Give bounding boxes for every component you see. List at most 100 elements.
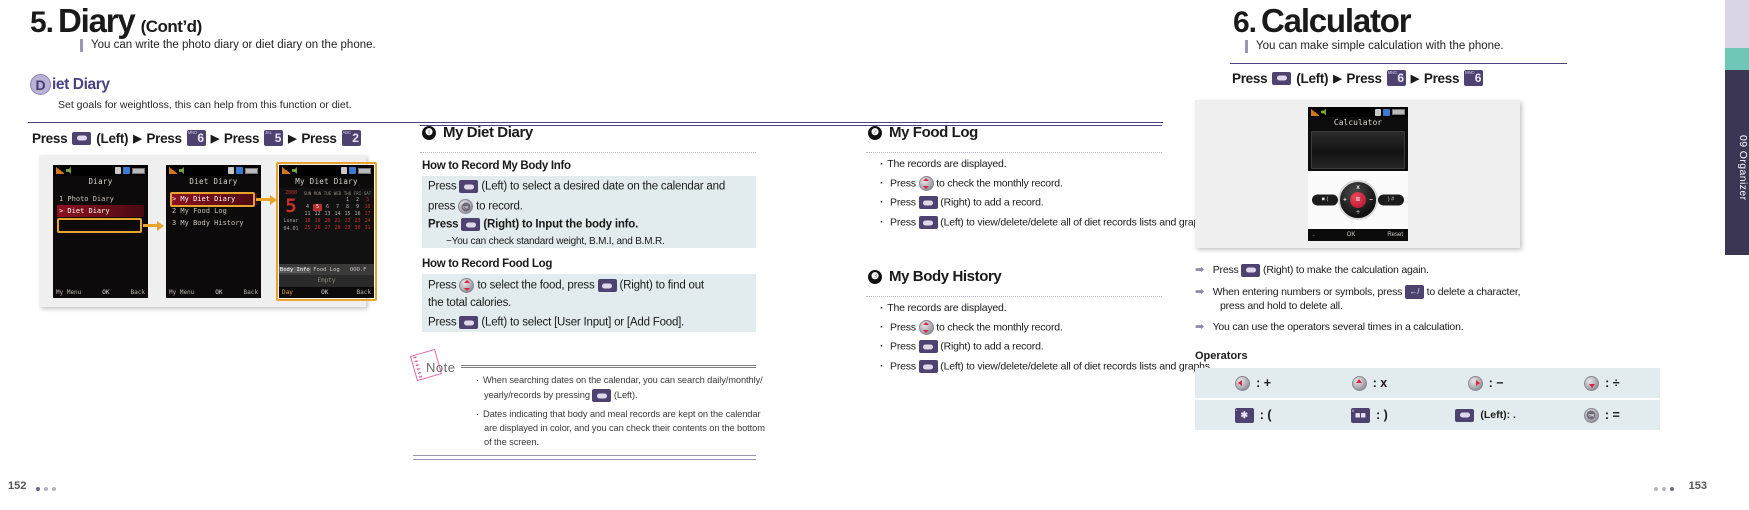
operator-cell-equals: OK : =: [1544, 407, 1660, 423]
calendar-day[interactable]: 21: [333, 218, 342, 225]
chapter-title: Calculator: [1261, 2, 1412, 39]
calendar-day[interactable]: [333, 197, 342, 204]
calendar-day[interactable]: 17: [363, 211, 372, 218]
diary-tabs: Body Info Food Log OOO.F: [279, 264, 374, 275]
note-item-2-line-2: are displayed in color, and you can chec…: [484, 423, 765, 433]
calendar-day[interactable]: 28: [333, 225, 342, 232]
screen-title: Calculator: [1333, 118, 1383, 127]
operator-minus[interactable]: −: [1369, 197, 1373, 204]
ok-key-icon: OK: [1583, 407, 1599, 423]
calendar-day[interactable]: 1: [343, 197, 352, 204]
body-info-line-1: Press (Left) to select a desired date on…: [428, 180, 725, 193]
softkey-left[interactable]: Day: [282, 289, 293, 296]
calendar-day[interactable]: 4: [303, 204, 312, 211]
list-item[interactable]: 3 My Body History: [170, 217, 257, 229]
softkey-mid[interactable]: OK: [321, 289, 328, 296]
calendar-day[interactable]: 25: [303, 225, 312, 232]
numeric-key-2-icon: ABC 2: [341, 130, 361, 146]
calendar-day[interactable]: 2: [353, 197, 362, 204]
body-info-line-3: Press (Right) to Input the body info.: [428, 218, 638, 231]
softkey-bar: My Menu OK Back: [53, 287, 148, 298]
softkey-right[interactable]: Back: [357, 289, 371, 296]
operator-multiply[interactable]: x: [1356, 184, 1360, 191]
nav-wheel-icon[interactable]: x ÷ + − =: [1338, 180, 1378, 220]
instruction-text: (Right) to add a record.: [940, 340, 1044, 353]
calendar-day[interactable]: 11: [303, 211, 312, 218]
edge-tab-segment-light: [1725, 0, 1749, 48]
calendar-day[interactable]: 20: [323, 218, 332, 225]
volume-icon: [292, 167, 297, 174]
equals-key[interactable]: =: [1350, 192, 1366, 208]
list-item-selected[interactable]: > Diet Diary: [57, 205, 144, 217]
key-sup: MNO: [1465, 70, 1475, 75]
operator-cell-dot: (Left): .: [1428, 408, 1544, 422]
calendar-day[interactable]: 13: [323, 211, 332, 218]
calendar-day[interactable]: 30: [353, 225, 362, 232]
calendar-grid: SUN MON TUE WED THU FRI SAT 1 2 3 4 5 6 …: [303, 188, 374, 264]
calendar-day[interactable]: 7: [333, 204, 342, 211]
calendar-day[interactable]: [323, 197, 332, 204]
calendar-week-row: 25 26 27 28 29 30 31: [303, 225, 372, 232]
softkey-left[interactable]: My Menu: [56, 289, 81, 296]
calendar-day[interactable]: 14: [333, 211, 342, 218]
edge-tab-label: 09 Organizer: [1737, 134, 1749, 201]
calculator-screen-panel: Calculator ■ ( ) # x ÷ + − = . OK Reset: [1195, 100, 1520, 248]
calendar-day[interactable]: 23: [353, 218, 362, 225]
calendar-day[interactable]: 3: [363, 197, 372, 204]
flow-arrow-2: [256, 194, 277, 205]
calendar-day-today[interactable]: 5: [313, 204, 322, 211]
food-log-bullet-4: Press (Left) to view/delete/delete all o…: [880, 216, 1213, 229]
calendar-day[interactable]: 10: [363, 204, 372, 211]
softkey-right[interactable]: Reset: [1387, 232, 1403, 238]
status-bar: [53, 165, 148, 176]
weekday-header: FRI: [353, 191, 362, 196]
calendar-day[interactable]: 19: [313, 218, 322, 225]
calendar-day[interactable]: [313, 197, 322, 204]
calendar-day[interactable]: 27: [323, 225, 332, 232]
instruction-text: to check the monthly record.: [936, 177, 1063, 190]
operator-plus[interactable]: +: [1343, 197, 1347, 204]
tab-ooof[interactable]: OOO.F: [342, 267, 374, 273]
list-item-selected[interactable]: > My Diet Diary: [170, 193, 257, 205]
calendar-day[interactable]: 16: [353, 211, 362, 218]
calendar-day[interactable]: 8: [343, 204, 352, 211]
softkey-right[interactable]: Back: [244, 289, 258, 296]
softkey-left[interactable]: My Menu: [169, 289, 194, 296]
tab-body-info[interactable]: Body Info: [279, 266, 311, 273]
calendar-widget: 2008 5 Lunar 04.01 SUN MON TUE WED THU F…: [279, 188, 374, 264]
tab-food-log[interactable]: Food Log: [311, 267, 343, 273]
softkey-mid[interactable]: OK: [1347, 232, 1356, 238]
battery-icon: [245, 167, 258, 174]
calendar-day[interactable]: 9: [353, 204, 362, 211]
calendar-day[interactable]: 29: [343, 225, 352, 232]
key-sup: MNO: [1387, 70, 1397, 75]
list-item[interactable]: 1 Photo Diary: [57, 193, 144, 205]
operator-symbol: : =: [1604, 408, 1620, 422]
paren-close-key[interactable]: ) #: [1378, 194, 1404, 206]
paren-open-key[interactable]: ■ (: [1312, 194, 1338, 206]
calendar-day[interactable]: 6: [323, 204, 332, 211]
softkey-left[interactable]: .: [1313, 232, 1315, 238]
body-history-bullet-1: The records are displayed.: [880, 302, 1006, 314]
press-label-1: Press: [32, 130, 68, 146]
instruction-text: You can use the operators several times …: [1212, 321, 1464, 333]
softkey-right[interactable]: Back: [131, 289, 145, 296]
soft-key-icon: [459, 180, 479, 193]
calendar-day[interactable]: 12: [313, 211, 322, 218]
calendar-day[interactable]: 22: [343, 218, 352, 225]
operator-divide[interactable]: ÷: [1356, 209, 1360, 216]
softkey-mid[interactable]: OK: [102, 289, 109, 296]
calendar-day[interactable]: [303, 197, 312, 204]
soft-key-icon: [459, 316, 479, 329]
calendar-day[interactable]: 24: [363, 218, 372, 225]
calendar-day[interactable]: 31: [363, 225, 372, 232]
screen-menu-list: 1 Photo Diary > Diet Diary: [57, 193, 144, 217]
chapter-number: 6.: [1233, 6, 1257, 39]
calendar-day[interactable]: 18: [303, 218, 312, 225]
calendar-day[interactable]: 26: [313, 225, 322, 232]
chapter-title: Diary: [58, 2, 136, 39]
list-item[interactable]: 2 My Food Log: [170, 205, 257, 217]
softkey-mid[interactable]: OK: [215, 289, 222, 296]
calendar-day[interactable]: 15: [343, 211, 352, 218]
operator-symbol: : ): [1375, 408, 1388, 422]
